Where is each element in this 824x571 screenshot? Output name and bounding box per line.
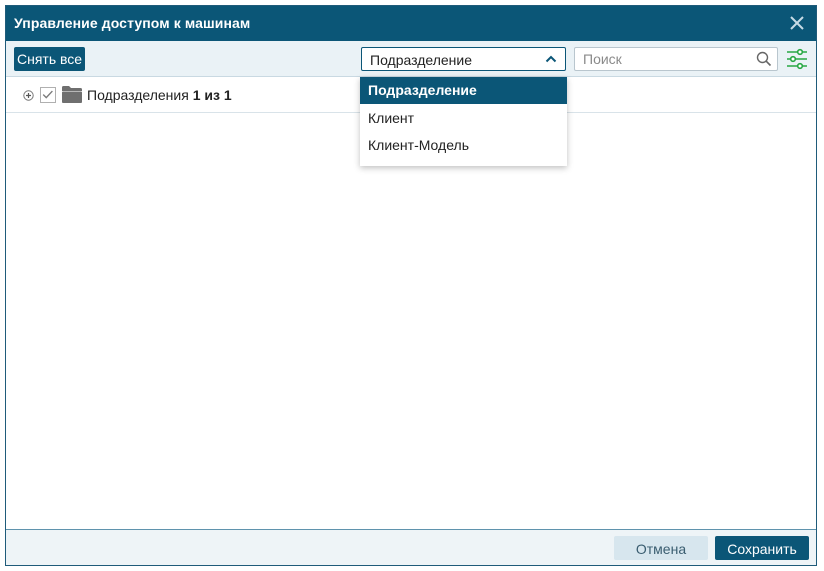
dropdown-option-department[interactable]: Подразделение (360, 77, 567, 104)
clear-all-button[interactable]: Снять все (14, 47, 86, 71)
cancel-button[interactable]: Отмена (614, 536, 708, 560)
dialog-titlebar: Управление доступом к машинам (6, 6, 816, 41)
search-icon[interactable] (756, 51, 772, 67)
tree-row-checkbox[interactable] (40, 87, 56, 103)
dropdown-option-client[interactable]: Клиент (360, 105, 567, 132)
dialog-title: Управление доступом к машинам (14, 15, 251, 31)
search-input[interactable] (575, 48, 751, 70)
filter-settings-icon[interactable] (786, 48, 808, 70)
tree-row-label: Подразделения 1 из 1 (87, 87, 232, 103)
tree-row-title: Подразделения (87, 87, 189, 103)
group-by-select[interactable]: Подразделение (361, 47, 566, 71)
close-icon[interactable] (788, 14, 806, 32)
tree-row-count: 1 из 1 (192, 87, 232, 103)
chevron-up-icon (545, 55, 557, 63)
folder-icon (62, 86, 82, 103)
save-button[interactable]: Сохранить (715, 536, 809, 560)
group-by-selected-value: Подразделение (370, 52, 473, 68)
dropdown-option-client-model[interactable]: Клиент-Модель (360, 132, 567, 159)
tree-content-area (6, 113, 816, 529)
checkmark-icon (42, 90, 53, 99)
dialog-footer: Отмена Сохранить (6, 529, 816, 565)
toolbar: Снять все Подразделение (6, 41, 816, 77)
group-by-dropdown-list: Подразделение Клиент Клиент-Модель (360, 77, 567, 166)
expand-plus-icon[interactable] (23, 90, 34, 101)
search-field (574, 47, 778, 71)
